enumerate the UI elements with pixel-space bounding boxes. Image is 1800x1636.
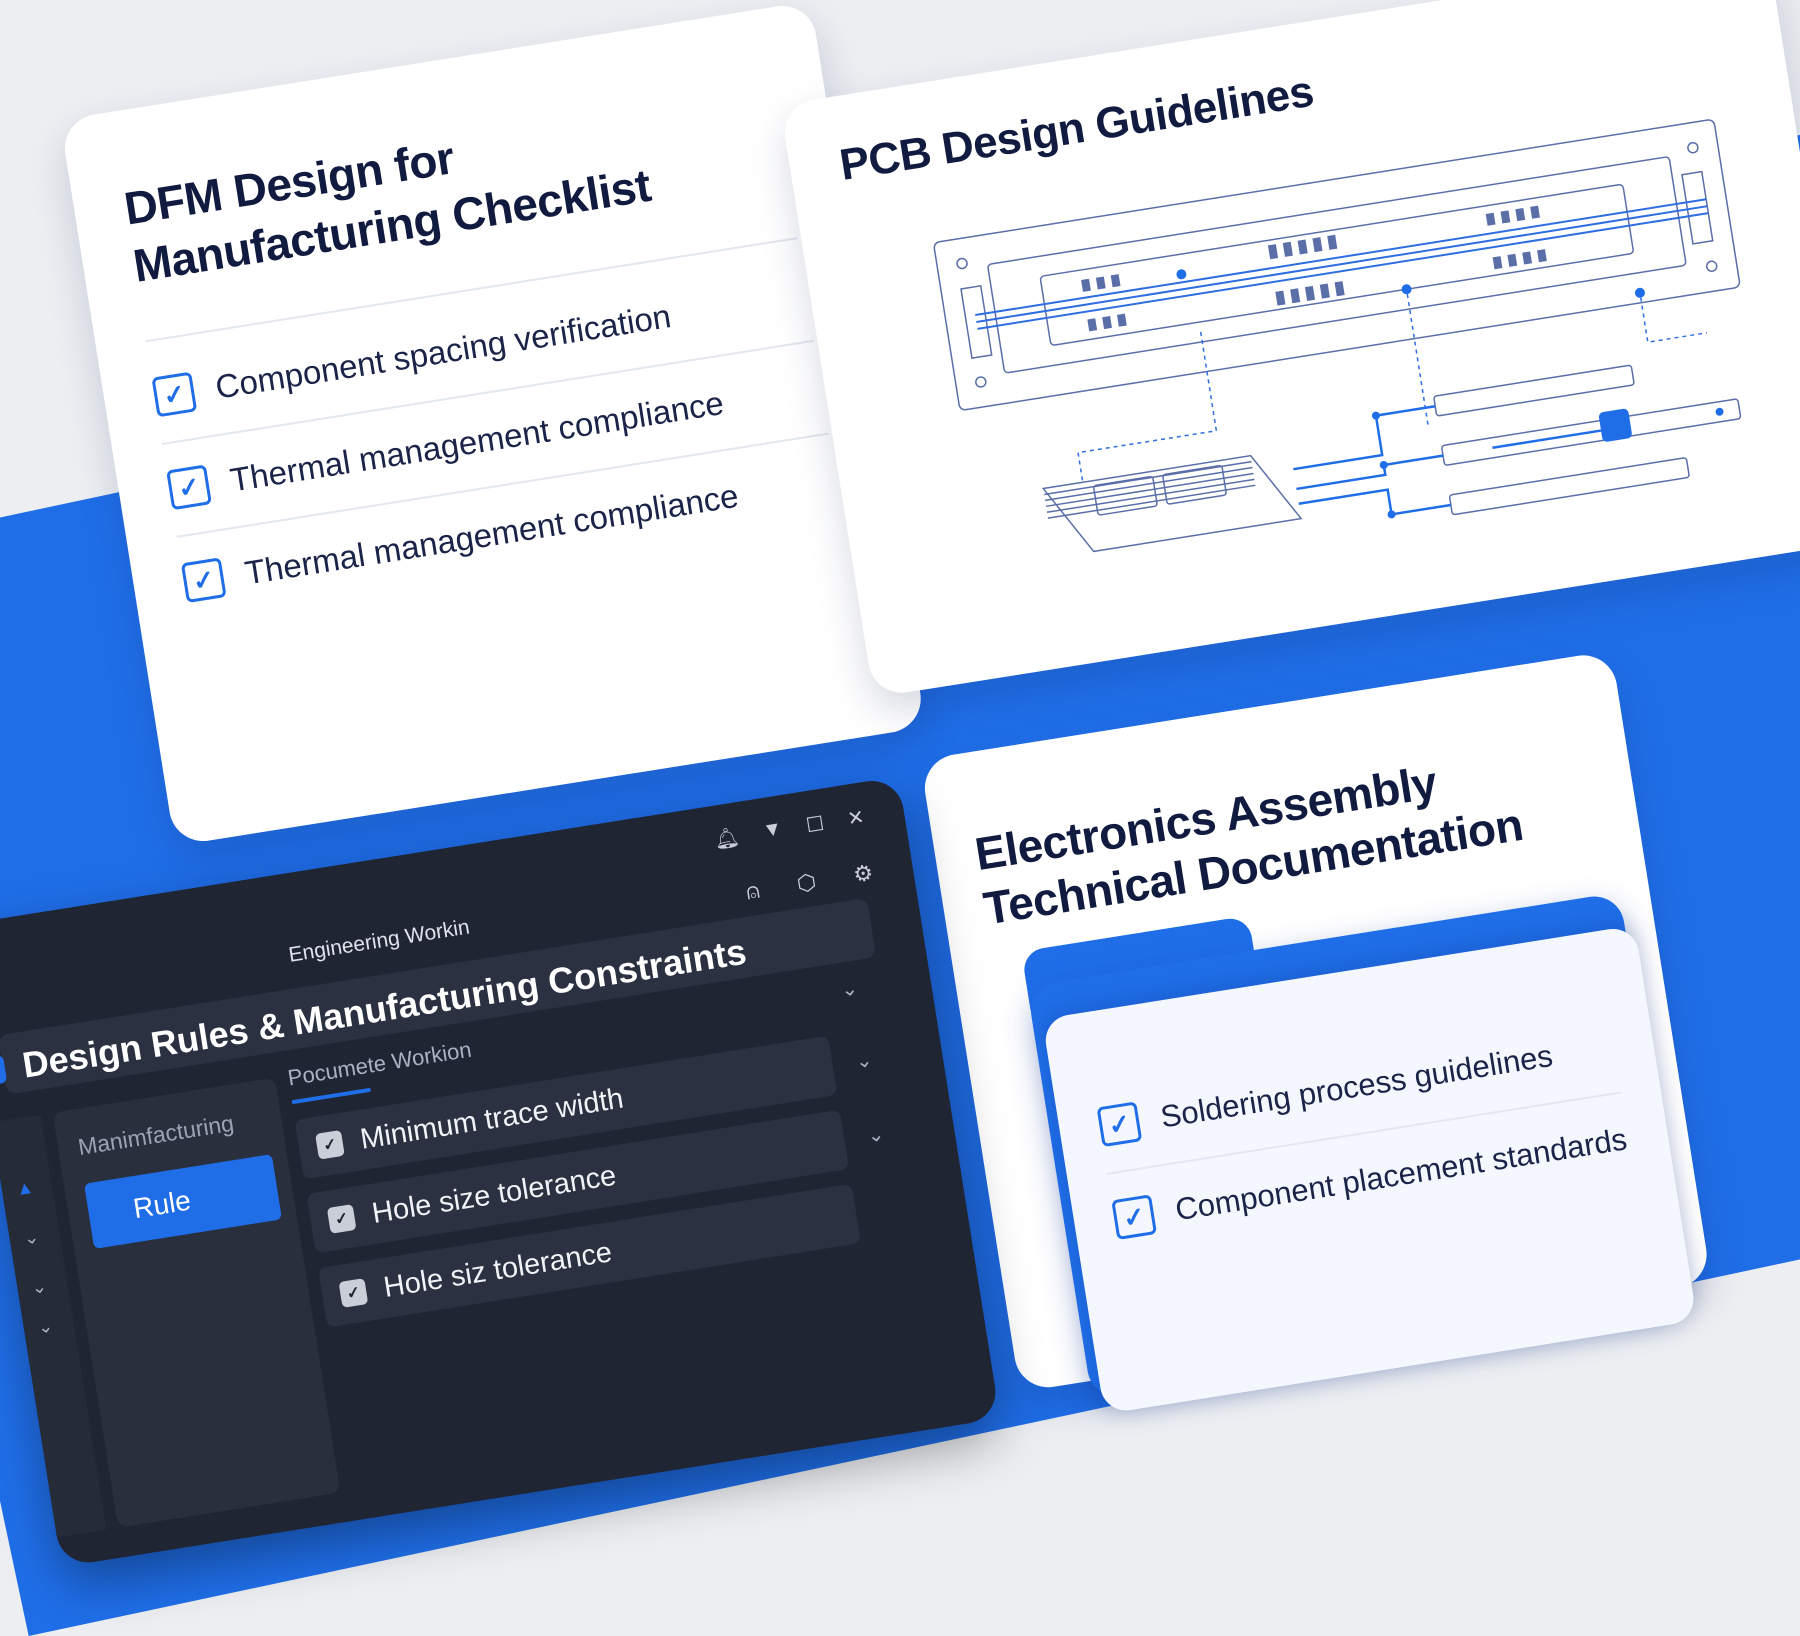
dropdown-triangle-icon[interactable]: ▼: [761, 817, 784, 845]
maximize-icon[interactable]: ☐: [804, 811, 826, 838]
rule-checkbox-icon[interactable]: ✓: [326, 1204, 357, 1234]
sidebar-heading: Manimfacturing: [76, 1109, 236, 1161]
rule-checkbox-icon[interactable]: ✓: [315, 1129, 345, 1160]
chevron-down-icon[interactable]: ⌄: [30, 1276, 48, 1299]
checkbox-checked-icon[interactable]: ✓: [151, 371, 198, 418]
checkbox-checked-icon[interactable]: ✓: [1111, 1194, 1158, 1241]
chevron-down-icon[interactable]: ⌄: [22, 1227, 40, 1250]
assembly-card-title: Electronics Assembly Technical Documenta…: [971, 731, 1601, 937]
app-name: Engineering Workin: [287, 915, 472, 967]
chevron-down-icon[interactable]: ⌄: [36, 1316, 54, 1339]
user-icon[interactable]: ⍝: [744, 878, 761, 906]
chevron-down-icon[interactable]: ⌄: [865, 1121, 886, 1148]
checkbox-checked-icon[interactable]: ✓: [180, 557, 227, 604]
rule-label: Minimum trace width: [357, 1082, 626, 1156]
checkbox-checked-icon[interactable]: ✓: [1096, 1101, 1143, 1148]
rule-checkbox-icon[interactable]: ✓: [338, 1278, 369, 1308]
sidebar: Manimfacturing Rule: [52, 1077, 341, 1528]
triangle-icon[interactable]: ▲: [15, 1177, 36, 1201]
chevron-down-icon[interactable]: ⌄: [854, 1047, 874, 1074]
rule-label: Hole siz tolerance: [381, 1235, 615, 1304]
chevron-down-icon[interactable]: ⌄: [839, 976, 859, 1003]
window-controls: 🔔︎ ▼ ☐ ✕: [712, 804, 866, 852]
sidebar-item-rule[interactable]: Rule: [84, 1154, 282, 1249]
bell-icon[interactable]: 🔔︎: [712, 824, 742, 853]
tab-underline: [291, 1087, 372, 1105]
close-icon[interactable]: ✕: [846, 804, 866, 831]
dfm-card-title: DFM Design for Manufacturing Checklist: [120, 78, 790, 295]
shield-icon[interactable]: ⬡: [795, 869, 818, 898]
assembly-documentation-card: Electronics Assembly Technical Documenta…: [920, 650, 1712, 1415]
rule-label: Hole size tolerance: [369, 1159, 619, 1230]
gear-icon[interactable]: ⚙: [852, 860, 876, 889]
checkbox-checked-icon[interactable]: ✓: [166, 464, 212, 511]
chip-icon: [1598, 408, 1632, 442]
